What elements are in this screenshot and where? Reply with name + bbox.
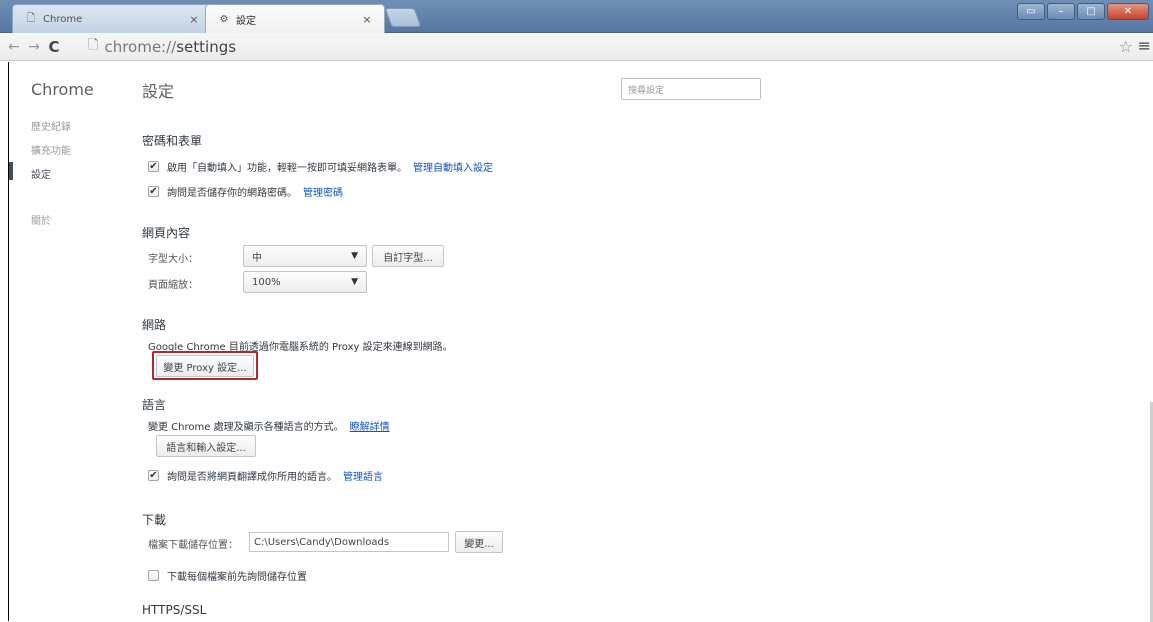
- back-icon[interactable]: ←: [4, 36, 24, 58]
- sidebar-selection-indicator: [9, 162, 13, 180]
- autofill-row: ✔ 啟用「自動填入」功能，輕輕一按即可填妥網路表單。 管理自動填入設定: [148, 159, 493, 174]
- ask-download-row: 下載每個檔案前先詢問儲存位置: [148, 568, 307, 583]
- change-proxy-button[interactable]: 變更 Proxy 設定...: [156, 355, 254, 377]
- close-window-button[interactable]: ✕: [1107, 3, 1149, 20]
- manage-autofill-link[interactable]: 管理自動填入設定: [413, 159, 493, 174]
- translate-row: ✔ 詢問是否將網頁翻譯成你所用的語言。 管理語言: [148, 468, 383, 483]
- save-passwords-row: ✔ 詢問是否儲存你的網路密碼。 管理密碼: [148, 184, 343, 199]
- save-passwords-label: 詢問是否儲存你的網路密碼。: [167, 188, 297, 199]
- manage-languages-link[interactable]: 管理語言: [343, 468, 383, 483]
- tab-close-icon[interactable]: ×: [360, 13, 374, 26]
- gear-icon: ⚙: [219, 13, 229, 25]
- ask-download-label: 下載每個檔案前先詢問儲存位置: [167, 572, 307, 583]
- scrollbar[interactable]: [1141, 62, 1153, 622]
- page-icon: 🗋: [88, 38, 99, 53]
- address-bar[interactable]: 🗋 chrome:// settings: [88, 36, 1108, 58]
- page-icon: 🗋: [26, 12, 36, 24]
- section-web-content-title: 網頁內容: [142, 226, 191, 240]
- page-zoom-select[interactable]: 100% ▼: [243, 271, 367, 293]
- sidebar-item-history[interactable]: 歷史紀錄: [31, 118, 71, 133]
- font-size-label: 字型大小：: [148, 254, 198, 265]
- zoom-label: 頁面縮放：: [148, 280, 198, 291]
- maximize-button[interactable]: □: [1077, 3, 1105, 20]
- forward-icon[interactable]: →: [24, 36, 44, 58]
- section-languages-title: 語言: [142, 398, 167, 412]
- sidebar-title: Chrome: [31, 80, 94, 99]
- download-location-field[interactable]: C:\Users\Candy\Downloads: [249, 532, 449, 552]
- tab-chrome[interactable]: 🗋 Chrome ×: [12, 4, 212, 33]
- ask-download-checkbox[interactable]: [148, 570, 159, 581]
- sidebar-item-about[interactable]: 關於: [31, 212, 51, 227]
- section-downloads-title: 下載: [142, 513, 167, 527]
- tab-close-icon[interactable]: ×: [187, 13, 201, 26]
- title-bar: 🗋 Chrome × ⚙ 設定 × ▭ – □ ✕: [0, 0, 1153, 33]
- manage-passwords-link[interactable]: 管理密碼: [303, 184, 343, 199]
- section-network-title: 網路: [142, 318, 167, 332]
- autofill-checkbox[interactable]: ✔: [148, 161, 159, 172]
- page-zoom-value: 100%: [252, 276, 281, 288]
- search-input[interactable]: 搜尋設定: [621, 78, 761, 100]
- sidebar: Chrome 歷史紀錄 擴充功能 設定 關於: [9, 62, 129, 621]
- learn-more-link[interactable]: 瞭解詳情: [350, 418, 390, 433]
- restore-button[interactable]: ▭: [1017, 3, 1045, 20]
- tab-title: 設定: [236, 15, 256, 27]
- dropdown-arrow-icon: ▼: [351, 277, 358, 287]
- dropdown-arrow-icon: ▼: [351, 251, 358, 261]
- sidebar-item-extensions[interactable]: 擴充功能: [31, 142, 71, 157]
- section-passwords-title: 密碼和表單: [142, 134, 203, 148]
- new-tab-button[interactable]: [384, 8, 422, 27]
- change-download-location-button[interactable]: 變更...: [455, 531, 503, 553]
- font-size-select[interactable]: 中 ▼: [243, 245, 367, 267]
- download-location-label: 檔案下載儲存位置：: [148, 540, 238, 551]
- translate-checkbox[interactable]: ✔: [148, 470, 159, 481]
- reload-icon[interactable]: C: [44, 36, 64, 58]
- url-scheme: chrome://: [104, 38, 177, 56]
- page-title: 設定: [142, 82, 175, 101]
- tab-title: Chrome: [43, 13, 83, 25]
- bookmark-star-icon[interactable]: ☆: [1119, 37, 1133, 56]
- translate-label: 詢問是否將網頁翻譯成你所用的語言。: [167, 472, 337, 483]
- browser-toolbar: ← → C 🗋 chrome:// settings ☆ ≡: [0, 33, 1153, 61]
- tab-settings[interactable]: ⚙ 設定 ×: [205, 4, 385, 33]
- customize-fonts-button[interactable]: 自訂字型...: [372, 245, 444, 267]
- save-passwords-checkbox[interactable]: ✔: [148, 186, 159, 197]
- url-path: settings: [176, 38, 237, 56]
- menu-icon[interactable]: ≡: [1138, 36, 1151, 55]
- settings-main: 設定 搜尋設定 密碼和表單 ✔ 啟用「自動填入」功能，輕輕一按即可填妥網路表單。…: [134, 62, 1134, 621]
- window-controls: ▭ – □ ✕: [1017, 3, 1149, 21]
- section-https-title: HTTPS/SSL: [142, 603, 207, 617]
- minimize-button[interactable]: –: [1047, 3, 1075, 20]
- font-size-value: 中: [252, 252, 262, 264]
- languages-description-row: 變更 Chrome 處理及顯示各種語言的方式。 瞭解詳情: [148, 418, 390, 433]
- settings-page: Chrome 歷史紀錄 擴充功能 設定 關於 設定 搜尋設定 密碼和表單 ✔ 啟…: [8, 62, 1141, 621]
- autofill-label: 啟用「自動填入」功能，輕輕一按即可填妥網路表單。: [167, 163, 407, 174]
- sidebar-item-settings[interactable]: 設定: [31, 166, 51, 181]
- language-input-settings-button[interactable]: 語言和輸入設定...: [156, 435, 256, 457]
